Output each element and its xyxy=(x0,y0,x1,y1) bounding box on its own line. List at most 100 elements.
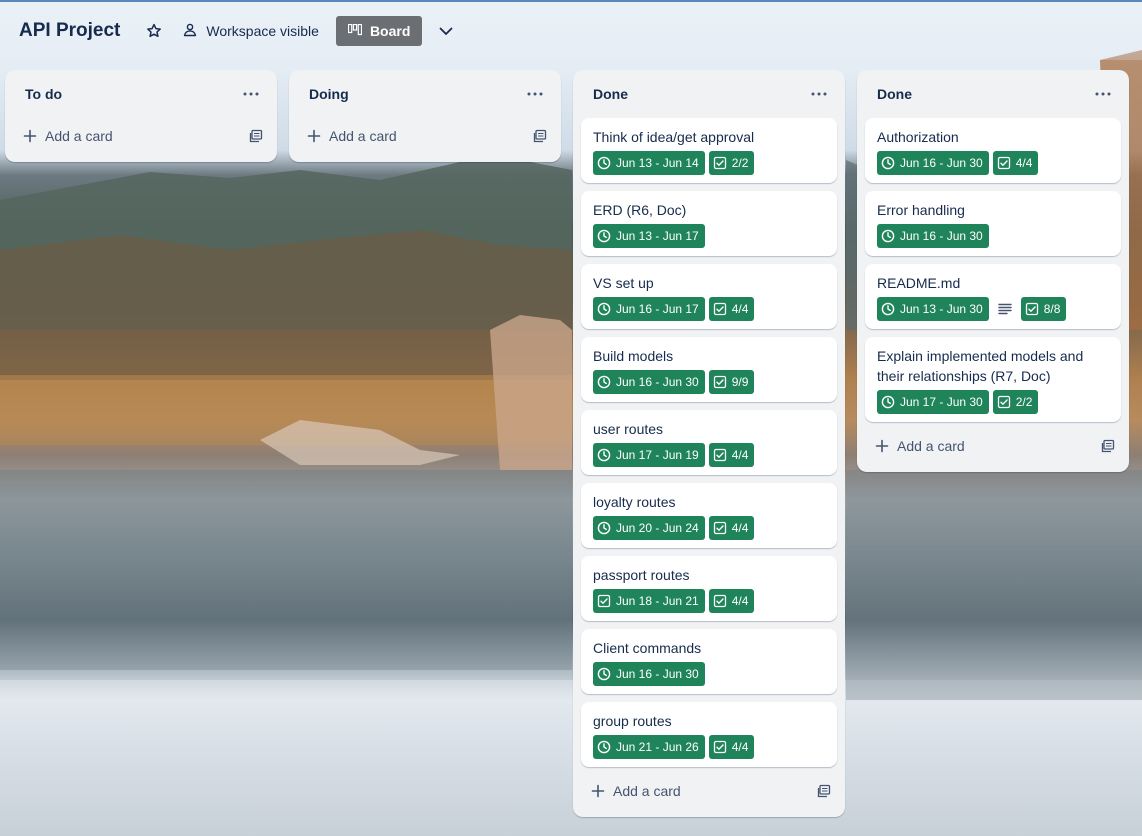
visibility-button[interactable]: Workspace visible xyxy=(182,22,319,41)
board-title[interactable]: API Project xyxy=(19,20,120,42)
chevron-down-icon[interactable] xyxy=(434,19,458,43)
add-card-button[interactable]: Add a card xyxy=(875,438,965,454)
card-template-icon[interactable] xyxy=(817,784,831,798)
card-title: loyalty routes xyxy=(593,494,676,510)
checklist-badge: 2/2 xyxy=(992,390,1039,414)
clock-icon xyxy=(597,302,611,316)
due-date-badge[interactable]: Jun 13 - Jun 14 xyxy=(593,151,705,175)
card-badges: Jun 17 - Jun 30 2/2 xyxy=(877,390,1109,414)
card-badges: Jun 16 - Jun 30 xyxy=(593,662,825,686)
due-date-text: Jun 16 - Jun 30 xyxy=(616,375,699,389)
due-date-badge[interactable]: Jun 16 - Jun 30 xyxy=(593,662,705,686)
more-horizontal-icon[interactable] xyxy=(237,80,265,108)
due-date-badge[interactable]: Jun 13 - Jun 30 xyxy=(877,297,989,321)
card[interactable]: Think of idea/get approval Jun 13 - Jun 1… xyxy=(581,118,837,183)
due-date-badge[interactable]: Jun 16 - Jun 30 xyxy=(877,224,989,248)
checklist-badge: 9/9 xyxy=(708,370,755,394)
card-badges: Jun 18 - Jun 21 4/4 xyxy=(593,589,825,613)
card-title: Build models xyxy=(593,348,674,364)
due-date-badge[interactable]: Jun 16 - Jun 17 xyxy=(593,297,705,321)
plus-icon xyxy=(307,129,321,143)
more-horizontal-icon[interactable] xyxy=(521,80,549,108)
add-card-row: Add a card xyxy=(13,118,269,154)
due-date-text: Jun 17 - Jun 19 xyxy=(616,448,699,462)
card-title: Explain implemented models and their rel… xyxy=(877,348,1084,384)
list-title[interactable]: Done xyxy=(593,86,628,102)
card[interactable]: Authorization Jun 16 - Jun 30 4/4 xyxy=(865,118,1121,183)
card-badges: Jun 13 - Jun 30 8/8 xyxy=(877,297,1109,321)
checklist-count: 4/4 xyxy=(731,740,749,754)
due-date-badge[interactable]: Jun 13 - Jun 17 xyxy=(593,224,705,248)
checklist-badge: 4/4 xyxy=(708,443,755,467)
due-date-text: Jun 18 - Jun 21 xyxy=(616,594,699,608)
add-card-button[interactable]: Add a card xyxy=(307,128,397,144)
checklist-icon xyxy=(997,395,1011,409)
board-view-button[interactable]: Board xyxy=(335,16,423,46)
card-badges: Jun 13 - Jun 17 xyxy=(593,224,825,248)
card-title: Client commands xyxy=(593,640,702,656)
description-lines-icon xyxy=(993,297,1017,321)
board-lists: To do Add a card Doing Add a card Done Think … xyxy=(5,70,1129,817)
list-title[interactable]: To do xyxy=(25,86,62,102)
card-template-icon[interactable] xyxy=(533,129,547,143)
card-list: Authorization Jun 16 - Jun 30 4/4 Error han… xyxy=(865,118,1121,422)
card-template-icon[interactable] xyxy=(1101,439,1115,453)
clock-icon xyxy=(597,156,611,170)
more-horizontal-icon[interactable] xyxy=(1089,80,1117,108)
checklist-badge: 4/4 xyxy=(708,297,755,321)
due-date-badge[interactable]: Jun 16 - Jun 30 xyxy=(877,151,989,175)
add-card-label: Add a card xyxy=(45,128,113,144)
checklist-badge: 4/4 xyxy=(708,735,755,759)
clock-icon xyxy=(881,395,895,409)
card-badges: Jun 16 - Jun 30 xyxy=(877,224,1109,248)
workspace-people-icon xyxy=(182,22,198,41)
checkbox-icon xyxy=(597,594,611,608)
add-card-button[interactable]: Add a card xyxy=(591,783,681,799)
due-date-badge[interactable]: Jun 16 - Jun 30 xyxy=(593,370,705,394)
card[interactable]: Error handling Jun 16 - Jun 30 xyxy=(865,191,1121,256)
card[interactable]: passport routes Jun 18 - Jun 21 4/4 xyxy=(581,556,837,621)
due-date-badge[interactable]: Jun 20 - Jun 24 xyxy=(593,516,705,540)
due-date-badge[interactable]: Jun 17 - Jun 30 xyxy=(877,390,989,414)
checklist-count: 9/9 xyxy=(731,375,749,389)
card[interactable]: ERD (R6, Doc) Jun 13 - Jun 17 xyxy=(581,191,837,256)
star-icon[interactable] xyxy=(142,19,166,43)
card-badges: Jun 13 - Jun 14 2/2 xyxy=(593,151,825,175)
card[interactable]: VS set up Jun 16 - Jun 17 4/4 xyxy=(581,264,837,329)
list-title[interactable]: Done xyxy=(877,86,912,102)
checklist-count: 4/4 xyxy=(731,521,749,535)
due-date-text: Jun 16 - Jun 30 xyxy=(900,156,983,170)
card-title: Think of idea/get approval xyxy=(593,129,755,145)
card[interactable]: loyalty routes Jun 20 - Jun 24 4/4 xyxy=(581,483,837,548)
card[interactable]: Client commands Jun 16 - Jun 30 xyxy=(581,629,837,694)
due-date-badge[interactable]: Jun 21 - Jun 26 xyxy=(593,735,705,759)
card[interactable]: user routes Jun 17 - Jun 19 4/4 xyxy=(581,410,837,475)
due-date-badge[interactable]: Jun 18 - Jun 21 xyxy=(593,589,705,613)
checklist-count: 2/2 xyxy=(731,156,749,170)
checklist-icon xyxy=(713,740,727,754)
add-card-button[interactable]: Add a card xyxy=(23,128,113,144)
card[interactable]: Build models Jun 16 - Jun 30 9/9 xyxy=(581,337,837,402)
card-title: README.md xyxy=(877,275,961,291)
card-badges: Jun 16 - Jun 17 4/4 xyxy=(593,297,825,321)
list-header: Done xyxy=(581,70,837,118)
checklist-badge: 2/2 xyxy=(708,151,755,175)
checklist-icon xyxy=(1025,302,1039,316)
checklist-count: 4/4 xyxy=(731,448,749,462)
checklist-icon xyxy=(713,448,727,462)
checklist-icon xyxy=(713,156,727,170)
card[interactable]: group routes Jun 21 - Jun 26 4/4 xyxy=(581,702,837,767)
card[interactable]: Explain implemented models and their rel… xyxy=(865,337,1121,422)
card-title: VS set up xyxy=(593,275,654,291)
checklist-badge: 4/4 xyxy=(708,516,755,540)
due-date-badge[interactable]: Jun 17 - Jun 19 xyxy=(593,443,705,467)
list-column: Done Authorization Jun 16 - Jun 30 4/4 Error… xyxy=(857,70,1129,472)
checklist-count: 4/4 xyxy=(1015,156,1033,170)
board-view-label: Board xyxy=(369,23,411,39)
card-template-icon[interactable] xyxy=(249,129,263,143)
list-title[interactable]: Doing xyxy=(309,86,349,102)
checklist-icon xyxy=(713,521,727,535)
clock-icon xyxy=(597,740,611,754)
more-horizontal-icon[interactable] xyxy=(805,80,833,108)
card[interactable]: README.md Jun 13 - Jun 30 8/8 xyxy=(865,264,1121,329)
